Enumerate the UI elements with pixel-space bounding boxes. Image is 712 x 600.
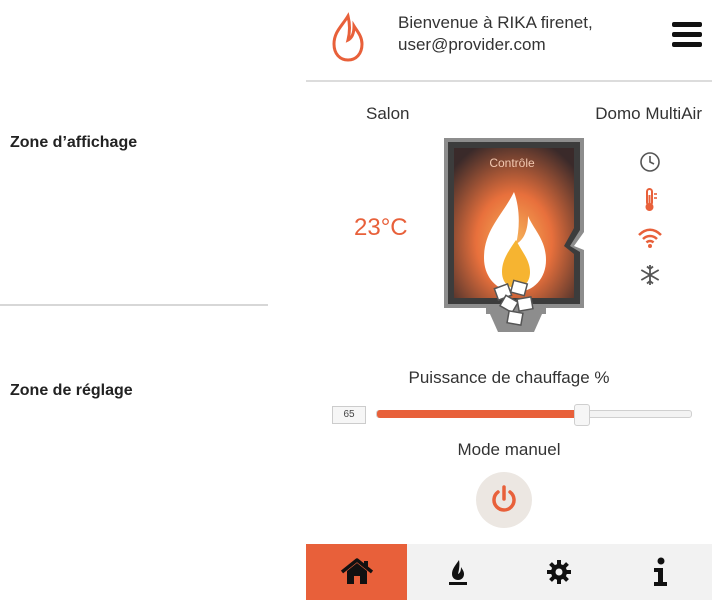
user-email: user@provider.com (398, 35, 546, 54)
slider-fill (377, 410, 582, 418)
welcome-text: Bienvenue à RIKA firenet, user@provider.… (398, 12, 593, 56)
app-screen: Bienvenue à RIKA firenet, user@provider.… (306, 0, 712, 600)
home-icon (340, 558, 373, 584)
tab-settings[interactable] (508, 544, 609, 600)
thermometer-icon (645, 188, 657, 211)
snowflake-icon (640, 265, 660, 285)
clock-icon (640, 152, 660, 172)
heating-power-slider[interactable] (376, 404, 692, 426)
stove-model: Domo MultiAir (595, 104, 702, 123)
status-icons (632, 150, 668, 300)
rika-logo-icon (332, 12, 364, 62)
display-zone-label: Zone d’affichage (10, 134, 138, 151)
room-temperature: 23°C (354, 214, 408, 241)
welcome-title: Bienvenue à RIKA firenet, (398, 13, 593, 32)
tab-home[interactable] (306, 544, 407, 600)
room-name: Salon (366, 104, 410, 123)
zone-divider (0, 304, 268, 306)
mode-label: Mode manuel (457, 440, 561, 459)
gear-icon (546, 560, 571, 584)
bottom-tab-bar (306, 544, 712, 600)
setting-zone-label: Zone de réglage (10, 382, 133, 399)
wifi-icon (638, 228, 662, 248)
heating-power-label: Puissance de chauffage % (408, 368, 610, 387)
slider-thumb[interactable] (574, 404, 591, 426)
heating-power-value: 65 (332, 406, 366, 424)
power-icon (492, 485, 516, 512)
flame-icon (448, 560, 467, 585)
hamburger-menu-icon[interactable] (672, 22, 702, 48)
stove-control-label: Contrôle (489, 156, 535, 170)
info-icon (653, 557, 667, 586)
tab-flame[interactable] (407, 544, 508, 600)
power-button[interactable] (476, 472, 532, 528)
app-header: Bienvenue à RIKA firenet, user@provider.… (306, 0, 712, 82)
tab-info[interactable] (609, 544, 710, 600)
